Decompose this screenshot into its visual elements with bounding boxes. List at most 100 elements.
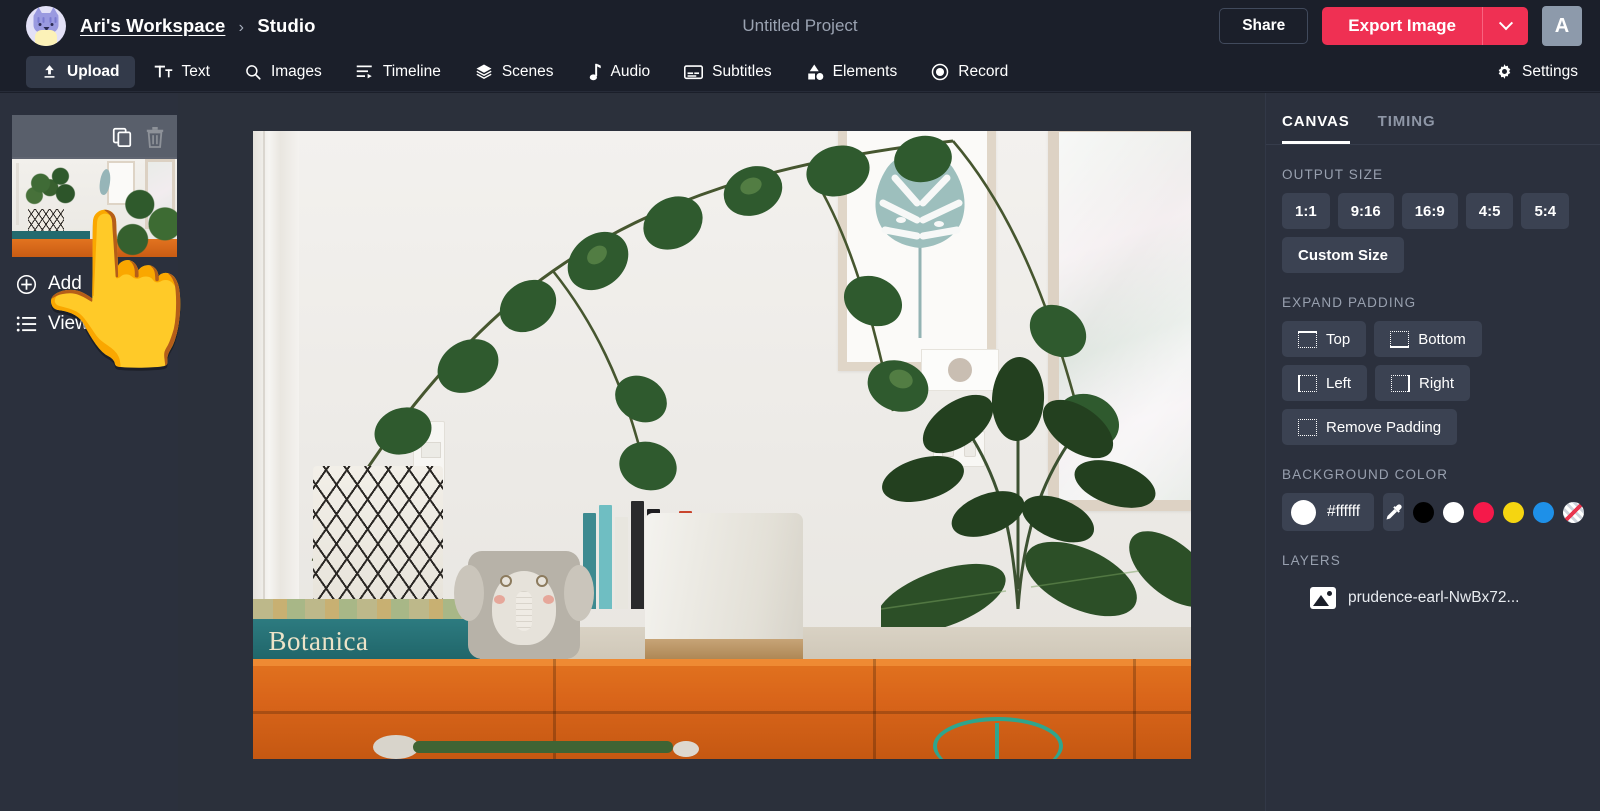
aspect-ratio-9-16[interactable]: 9:16 — [1337, 193, 1394, 229]
music-note-icon — [589, 63, 601, 80]
padding-bottom-icon — [1390, 330, 1410, 348]
tool-images[interactable]: Images — [229, 56, 337, 88]
export-image-button[interactable]: Export Image — [1322, 7, 1482, 45]
right-panel-tabs: CANVAS TIMING — [1266, 93, 1600, 145]
settings-button[interactable]: Settings — [1496, 63, 1578, 81]
shapes-icon — [807, 64, 823, 80]
output-size-label: OUTPUT SIZE — [1282, 167, 1384, 182]
breadcrumb-workspace[interactable]: Ari's Workspace — [80, 15, 225, 36]
layers-icon — [476, 64, 492, 79]
thumbnail-actions — [12, 115, 177, 159]
breadcrumb-section: Studio — [257, 15, 316, 36]
canvas-area[interactable]: Botanica — [178, 93, 1265, 811]
swatch-black[interactable] — [1413, 501, 1434, 523]
aspect-ratio-1-1[interactable]: 1:1 — [1282, 193, 1330, 229]
layers-label: LAYERS — [1282, 553, 1341, 568]
tool-elements-label: Elements — [832, 62, 898, 80]
tool-subtitles[interactable]: Subtitles — [669, 56, 786, 88]
copy-icon[interactable] — [111, 126, 133, 148]
padding-top-icon — [1298, 330, 1317, 348]
expand-padding-row-3: Remove Padding — [1266, 409, 1600, 445]
record-icon — [932, 63, 949, 80]
tool-upload[interactable]: Upload — [26, 55, 135, 88]
output-size-presets: 1:1 9:16 16:9 4:5 5:4 — [1266, 193, 1600, 229]
cat-ear-left — [33, 7, 44, 16]
brand-area: Ari's Workspace › Studio — [0, 6, 316, 46]
padding-bottom-button[interactable]: Bottom — [1374, 321, 1482, 357]
expand-padding-label: EXPAND PADDING — [1282, 295, 1417, 310]
breadcrumb-separator: › — [238, 19, 245, 36]
padding-left-label: Left — [1326, 374, 1352, 392]
upload-icon — [44, 65, 55, 78]
swatch-blue[interactable] — [1533, 501, 1554, 523]
sidebar-item-add-label: Add — [48, 273, 82, 294]
swatch-red[interactable] — [1473, 501, 1494, 523]
custom-size-button[interactable]: Custom Size — [1282, 237, 1405, 273]
top-bar-actions: Share Export Image A — [1219, 0, 1582, 52]
tool-audio[interactable]: Audio — [573, 56, 666, 88]
tool-elements[interactable]: Elements — [791, 56, 913, 88]
export-button-group: Export Image — [1322, 7, 1528, 45]
tool-record[interactable]: Record — [916, 56, 1023, 88]
settings-label: Settings — [1521, 62, 1578, 80]
main-toolbar: Upload Text Images Timeline Scenes Audio… — [0, 52, 1600, 92]
share-button[interactable]: Share — [1219, 8, 1309, 44]
padding-right-label: Right — [1419, 374, 1455, 392]
thumbnail-preview-image — [12, 157, 177, 257]
left-sidebar: Add View All 👆 — [0, 93, 215, 811]
tool-scenes[interactable]: Scenes — [460, 56, 569, 88]
tab-timing[interactable]: TIMING — [1378, 113, 1436, 144]
background-color-field[interactable]: #ffffff — [1282, 493, 1375, 531]
aspect-ratio-16-9[interactable]: 16:9 — [1401, 193, 1458, 229]
padding-right-button[interactable]: Right — [1375, 365, 1471, 401]
expand-padding-row-2: Left Right — [1266, 365, 1600, 401]
expand-padding-row-1: Top Bottom — [1266, 321, 1600, 357]
swatch-transparent[interactable] — [1563, 501, 1584, 523]
breadcrumb: Ari's Workspace › Studio — [80, 15, 316, 37]
layer-name: prudence-earl-NwBx72... — [1348, 589, 1520, 606]
swatch-white[interactable] — [1443, 501, 1464, 523]
sidebar-item-add[interactable]: Add — [16, 273, 114, 295]
timeline-icon — [356, 65, 372, 79]
plus-circle-icon — [16, 274, 37, 294]
trash-icon[interactable] — [145, 126, 165, 148]
padding-left-button[interactable]: Left — [1282, 365, 1368, 401]
cat-avatar[interactable] — [26, 6, 66, 46]
current-color-swatch — [1291, 499, 1316, 525]
chevron-down-icon — [1498, 16, 1513, 31]
top-bar: Ari's Workspace › Studio Untitled Projec… — [0, 0, 1600, 52]
tool-timeline[interactable]: Timeline — [341, 56, 456, 88]
list-icon — [16, 316, 37, 332]
background-color-controls: #ffffff — [1266, 493, 1600, 531]
padding-remove-icon — [1298, 418, 1317, 436]
export-options-button[interactable] — [1482, 7, 1528, 45]
eyedropper-button[interactable] — [1383, 493, 1404, 531]
sidebar-item-view-all-label: View All — [48, 313, 115, 334]
sidebar-item-view-all[interactable]: View All — [16, 313, 114, 335]
canvas-image[interactable]: Botanica — [252, 131, 1191, 759]
text-icon — [154, 65, 172, 78]
remove-padding-button[interactable]: Remove Padding — [1282, 409, 1458, 445]
tool-text[interactable]: Text — [139, 56, 225, 88]
avatar[interactable]: A — [1542, 6, 1582, 46]
aspect-ratio-5-4[interactable]: 5:4 — [1521, 193, 1570, 229]
background-color-label: BACKGROUND COLOR — [1282, 467, 1449, 482]
padding-top-button[interactable]: Top — [1282, 321, 1367, 357]
photo-orange-dresser — [252, 659, 1191, 759]
search-icon — [246, 64, 261, 80]
tool-record-label: Record — [958, 62, 1009, 80]
cat-eye-right — [50, 23, 54, 26]
tool-text-label: Text — [181, 62, 210, 80]
scene-thumbnail[interactable] — [12, 115, 177, 257]
eyedropper-icon — [1386, 504, 1402, 520]
photo-elephant-planter — [453, 551, 594, 669]
tool-timeline-label: Timeline — [382, 62, 441, 80]
tab-canvas[interactable]: CANVAS — [1282, 113, 1350, 144]
cat-body-shape — [35, 30, 57, 46]
aspect-ratio-4-5[interactable]: 4:5 — [1465, 193, 1514, 229]
swatch-yellow[interactable] — [1503, 501, 1524, 523]
tool-upload-label: Upload — [67, 62, 120, 80]
image-icon — [1310, 587, 1336, 609]
layer-item[interactable]: prudence-earl-NwBx72... — [1266, 579, 1600, 609]
sidebar-actions: Add View All — [16, 273, 114, 353]
